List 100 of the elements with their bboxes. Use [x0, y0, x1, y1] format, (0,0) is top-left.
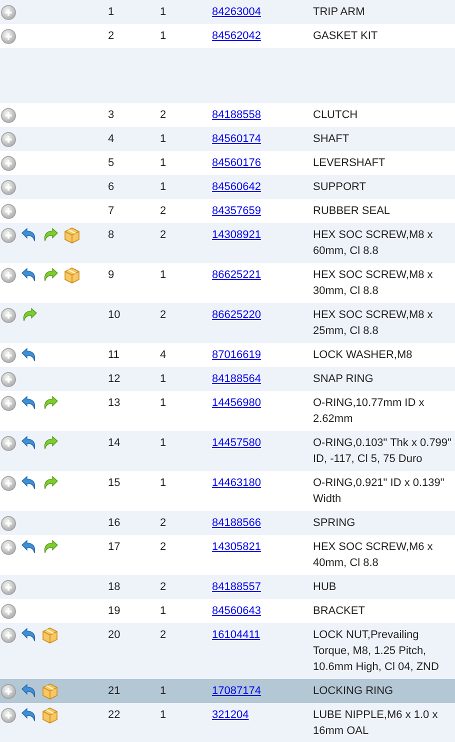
quantity: 2 — [160, 309, 166, 321]
part-description: SUPPORT — [313, 180, 366, 195]
part-description: O-RING,10.77mm ID x 2.62mm — [313, 396, 424, 427]
item-number: 19 — [108, 605, 120, 617]
quantity: 2 — [160, 229, 166, 241]
part-number-link[interactable]: 17087174 — [212, 685, 261, 697]
quantity: 1 — [160, 157, 166, 169]
item-number: 10 — [108, 309, 120, 321]
table-row[interactable]: 16 2 84188566 SPRING — [0, 511, 455, 535]
part-description: LUBE NIPPLE,M6 x 1.0 x 16mm OAL — [313, 708, 438, 739]
quantity: 1 — [160, 605, 166, 617]
quantity: 2 — [160, 517, 166, 529]
quantity: 4 — [160, 349, 166, 361]
item-number: 8 — [108, 229, 114, 241]
part-number-link[interactable]: 87016619 — [212, 349, 261, 361]
table-row[interactable]: 12 1 84188564 SNAP RING — [0, 367, 455, 391]
part-number-link[interactable]: 14457580 — [212, 437, 261, 449]
part-description: HEX SOC SCREW,M6 x 40mm, Cl 8.8 — [313, 540, 433, 571]
part-number-link[interactable]: 84188558 — [212, 109, 261, 121]
item-number: 5 — [108, 157, 114, 169]
part-number-link[interactable]: 321204 — [212, 709, 249, 721]
quantity: 1 — [160, 30, 166, 42]
quantity: 1 — [160, 397, 166, 409]
item-number: 18 — [108, 581, 120, 593]
table-row[interactable]: 4 1 84560174 SHAFT — [0, 127, 455, 151]
part-number-link[interactable]: 84560174 — [212, 133, 261, 145]
table-row[interactable]: 20 2 16104411 LOCK NUT,Prevailing Torque, M8, 1.25 Pitch, 10.6mm High, Cl 04, ZND — [0, 623, 455, 679]
item-number: 12 — [108, 373, 120, 385]
item-number: 21 — [108, 685, 120, 697]
part-description: TRIP ARM — [313, 5, 365, 20]
quantity: 2 — [160, 541, 166, 553]
part-description: CLUTCH — [313, 108, 358, 123]
part-number-link[interactable]: 84188564 — [212, 373, 261, 385]
quantity: 1 — [160, 269, 166, 281]
part-description: RUBBER SEAL — [313, 204, 390, 219]
part-description: SPRING — [313, 516, 356, 531]
item-number: 17 — [108, 541, 120, 553]
item-number: 1 — [108, 6, 114, 18]
table-row[interactable]: 6 1 84560642 SUPPORT — [0, 175, 455, 199]
item-number: 6 — [108, 181, 114, 193]
part-description: HEX SOC SCREW,M8 x 60mm, Cl 8.8 — [313, 228, 433, 259]
quantity: 2 — [160, 581, 166, 593]
table-row[interactable]: 21 1 17087174 LOCKING RING — [0, 679, 455, 703]
table-row[interactable]: 8 2 14308921 HEX SOC SCREW,M8 x 60mm, Cl 8.8 — [0, 223, 455, 263]
part-number-link[interactable]: 84357659 — [212, 205, 261, 217]
part-number-link[interactable]: 14463180 — [212, 477, 261, 489]
part-description: SHAFT — [313, 132, 350, 147]
item-number: 13 — [108, 397, 120, 409]
item-number: 15 — [108, 477, 120, 489]
part-number-link[interactable]: 84562042 — [212, 30, 261, 42]
quantity: 1 — [160, 181, 166, 193]
table-row[interactable]: 1 1 84263004 TRIP ARM — [0, 0, 455, 24]
item-number: 9 — [108, 269, 114, 281]
table-row[interactable]: 14 1 14457580 O-RING,0.103" Thk x 0.799" ID, -117, Cl 5, 75 Duro — [0, 431, 455, 471]
item-number: 4 — [108, 133, 114, 145]
quantity: 1 — [160, 437, 166, 449]
part-description: SNAP RING — [313, 372, 374, 387]
part-description: HEX SOC SCREW,M8 x 30mm, Cl 8.8 — [313, 268, 433, 299]
item-number: 2 — [108, 30, 114, 42]
item-number: 16 — [108, 517, 120, 529]
part-description: BRACKET — [313, 604, 365, 619]
quantity: 1 — [160, 6, 166, 18]
part-number-link[interactable]: 84560176 — [212, 157, 261, 169]
part-number-link[interactable]: 86625220 — [212, 309, 261, 321]
part-number-link[interactable]: 14456980 — [212, 397, 261, 409]
table-row[interactable]: 22 1 321204 LUBE NIPPLE,M6 x 1.0 x 16mm OAL — [0, 703, 455, 742]
part-number-link[interactable]: 84560642 — [212, 181, 261, 193]
part-number-link[interactable]: 16104411 — [212, 629, 260, 641]
item-number: 7 — [108, 205, 114, 217]
part-description: O-RING,0.103" Thk x 0.799" ID, -117, Cl 5, 75 Duro — [313, 436, 452, 467]
part-number-link[interactable]: 14308921 — [212, 229, 261, 241]
quantity: 1 — [160, 133, 166, 145]
item-number: 22 — [108, 709, 120, 721]
table-row[interactable]: 18 2 84188557 HUB — [0, 575, 455, 599]
part-number-link[interactable]: 84188566 — [212, 517, 261, 529]
part-number-link[interactable]: 14305821 — [212, 541, 261, 553]
table-row[interactable]: 10 2 86625220 HEX SOC SCREW,M8 x 25mm, Cl 8.8 — [0, 303, 455, 343]
part-number-link[interactable]: 84188557 — [212, 581, 261, 593]
part-description: LEVERSHAFT — [313, 156, 386, 171]
part-description: LOCKING RING — [313, 684, 394, 699]
part-number-link[interactable]: 84560643 — [212, 605, 261, 617]
item-number: 11 — [108, 349, 120, 361]
part-description: HUB — [313, 580, 336, 595]
quantity: 1 — [160, 685, 166, 697]
part-number-link[interactable]: 86625221 — [212, 269, 261, 281]
part-description: HEX SOC SCREW,M8 x 25mm, Cl 8.8 — [313, 308, 433, 339]
quantity: 2 — [160, 629, 166, 641]
part-description: LOCK NUT,Prevailing Torque, M8, 1.25 Pitch, 10.6mm High, Cl 04, ZND — [313, 628, 439, 675]
quantity: 2 — [160, 205, 166, 217]
quantity: 2 — [160, 109, 166, 121]
quantity: 1 — [160, 477, 166, 489]
quantity: 1 — [160, 373, 166, 385]
quantity: 1 — [160, 709, 166, 721]
item-number: 3 — [108, 109, 114, 121]
item-number: 14 — [108, 437, 120, 449]
item-number: 20 — [108, 629, 120, 641]
part-description: GASKET KIT — [313, 29, 378, 44]
part-description: LOCK WASHER,M8 — [313, 348, 412, 363]
part-description: O-RING,0.921" ID x 0.139" Width — [313, 476, 444, 507]
part-number-link[interactable]: 84263004 — [212, 6, 261, 18]
